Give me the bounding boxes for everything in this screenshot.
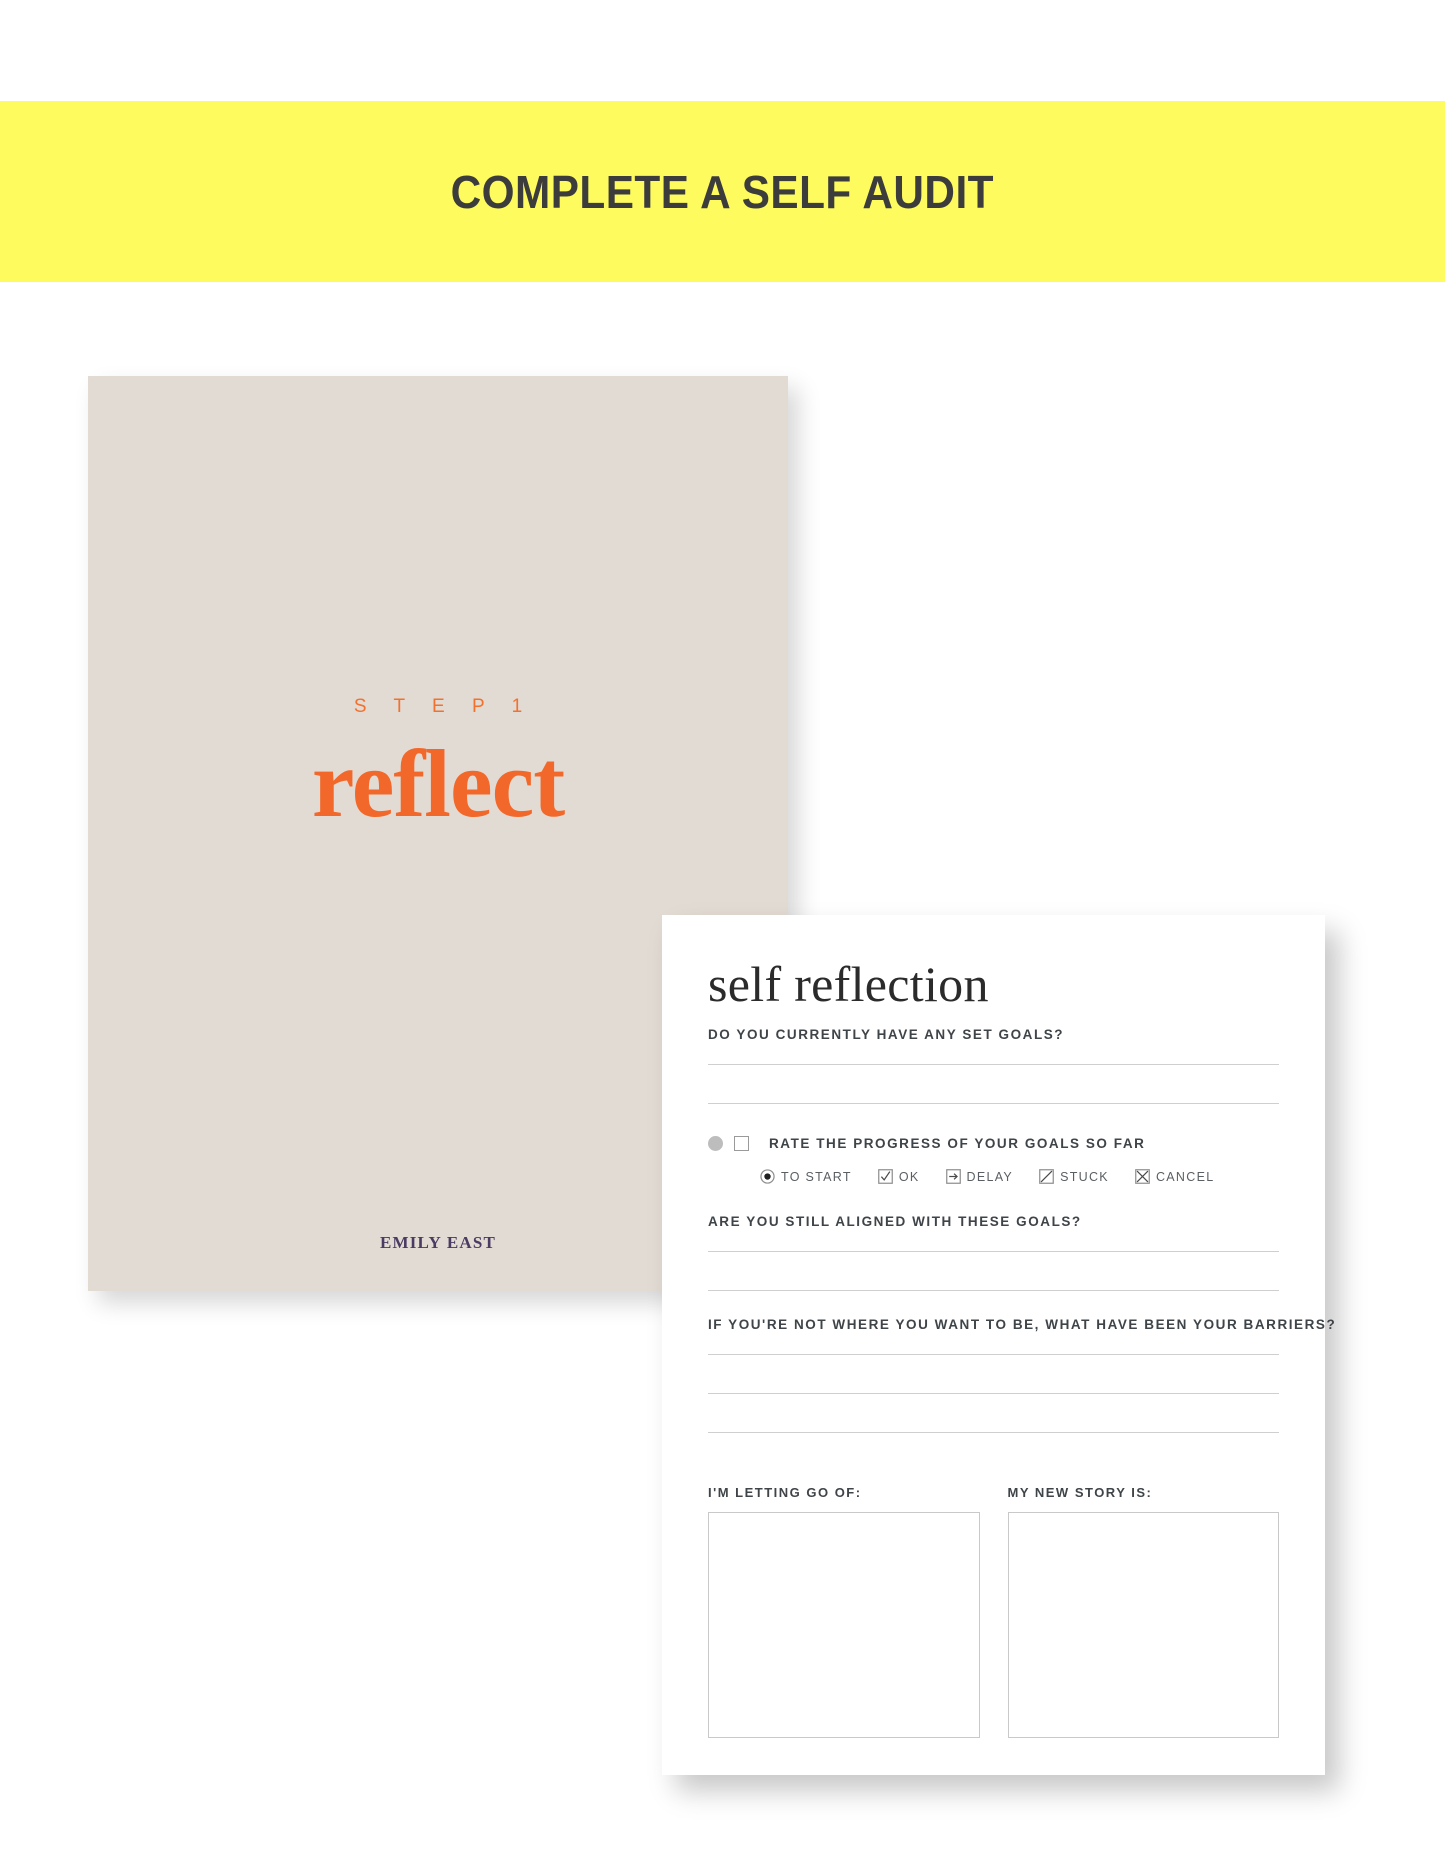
legend-item-cancel[interactable]: CANCEL xyxy=(1135,1169,1215,1184)
legend-label: CANCEL xyxy=(1155,1169,1215,1184)
x-box-icon xyxy=(1135,1169,1150,1184)
question-set-goals-label: DO YOU CURRENTLY HAVE ANY SET GOALS? xyxy=(708,1027,1065,1042)
letting-go-textarea[interactable] xyxy=(708,1512,980,1738)
legend-item-to-start[interactable]: TO START xyxy=(760,1169,852,1184)
cover-word-reflect: reflect xyxy=(311,730,565,837)
write-line[interactable] xyxy=(708,1064,1279,1065)
rating-progress-label: RATE THE PROGRESS OF YOUR GOALS SO FAR xyxy=(769,1136,1146,1151)
cover-step-label: S T E P 1 xyxy=(353,696,534,717)
write-line[interactable] xyxy=(708,1103,1279,1104)
write-line[interactable] xyxy=(708,1290,1279,1291)
empty-checkbox-icon[interactable] xyxy=(734,1136,749,1151)
answer-lines-q1 xyxy=(708,1064,1279,1104)
question-aligned-label: ARE YOU STILL ALIGNED WITH THESE GOALS? xyxy=(708,1214,1082,1229)
question-block-barriers: IF YOU'RE NOT WHERE YOU WANT TO BE, WHAT… xyxy=(708,1317,1337,1433)
legend-label: DELAY xyxy=(966,1169,1014,1184)
column-letting-go: I'M LETTING GO OF: xyxy=(708,1485,980,1738)
reflection-columns: I'M LETTING GO OF: MY NEW STORY IS: xyxy=(708,1485,1279,1738)
column-heading: I'M LETTING GO OF: xyxy=(708,1485,862,1500)
question-block-aligned: ARE YOU STILL ALIGNED WITH THESE GOALS? xyxy=(708,1214,1279,1291)
legend-item-delay[interactable]: DELAY xyxy=(945,1169,1014,1184)
arrow-right-box-icon xyxy=(945,1169,961,1184)
write-line[interactable] xyxy=(708,1354,1279,1355)
form-title: self reflection xyxy=(708,956,989,1012)
answer-lines-q2 xyxy=(708,1251,1279,1291)
column-new-story: MY NEW STORY IS: xyxy=(1007,1485,1279,1738)
legend-label: TO START xyxy=(781,1169,852,1184)
self-reflection-card: self reflection DO YOU CURRENTLY HAVE AN… xyxy=(662,915,1337,1775)
header-banner: COMPLETE A SELF AUDIT xyxy=(0,101,1445,282)
radio-filled-icon xyxy=(760,1169,775,1184)
gray-dot-icon xyxy=(708,1136,723,1151)
column-heading: MY NEW STORY IS: xyxy=(1007,1485,1153,1500)
diagonal-slash-box-icon xyxy=(1039,1169,1054,1184)
question-barriers-label: IF YOU'RE NOT WHERE YOU WANT TO BE, WHAT… xyxy=(708,1317,1337,1332)
new-story-textarea[interactable] xyxy=(1007,1512,1279,1738)
legend-label: OK xyxy=(898,1169,920,1184)
rating-row: RATE THE PROGRESS OF YOUR GOALS SO FAR xyxy=(708,1136,1279,1151)
legend-label: STUCK xyxy=(1060,1169,1109,1184)
write-line[interactable] xyxy=(708,1251,1279,1252)
write-line[interactable] xyxy=(708,1432,1279,1433)
legend-item-ok[interactable]: OK xyxy=(877,1169,920,1184)
write-line[interactable] xyxy=(708,1393,1279,1394)
form-content: self reflection DO YOU CURRENTLY HAVE AN… xyxy=(708,956,1337,1738)
checkbox-check-icon xyxy=(877,1169,893,1184)
legend-item-stuck[interactable]: STUCK xyxy=(1039,1169,1109,1184)
page-title: COMPLETE A SELF AUDIT xyxy=(450,165,995,218)
answer-lines-q3 xyxy=(708,1354,1279,1433)
progress-legend: TO START OK DELAY STUCK CANCEL xyxy=(708,1169,1279,1184)
